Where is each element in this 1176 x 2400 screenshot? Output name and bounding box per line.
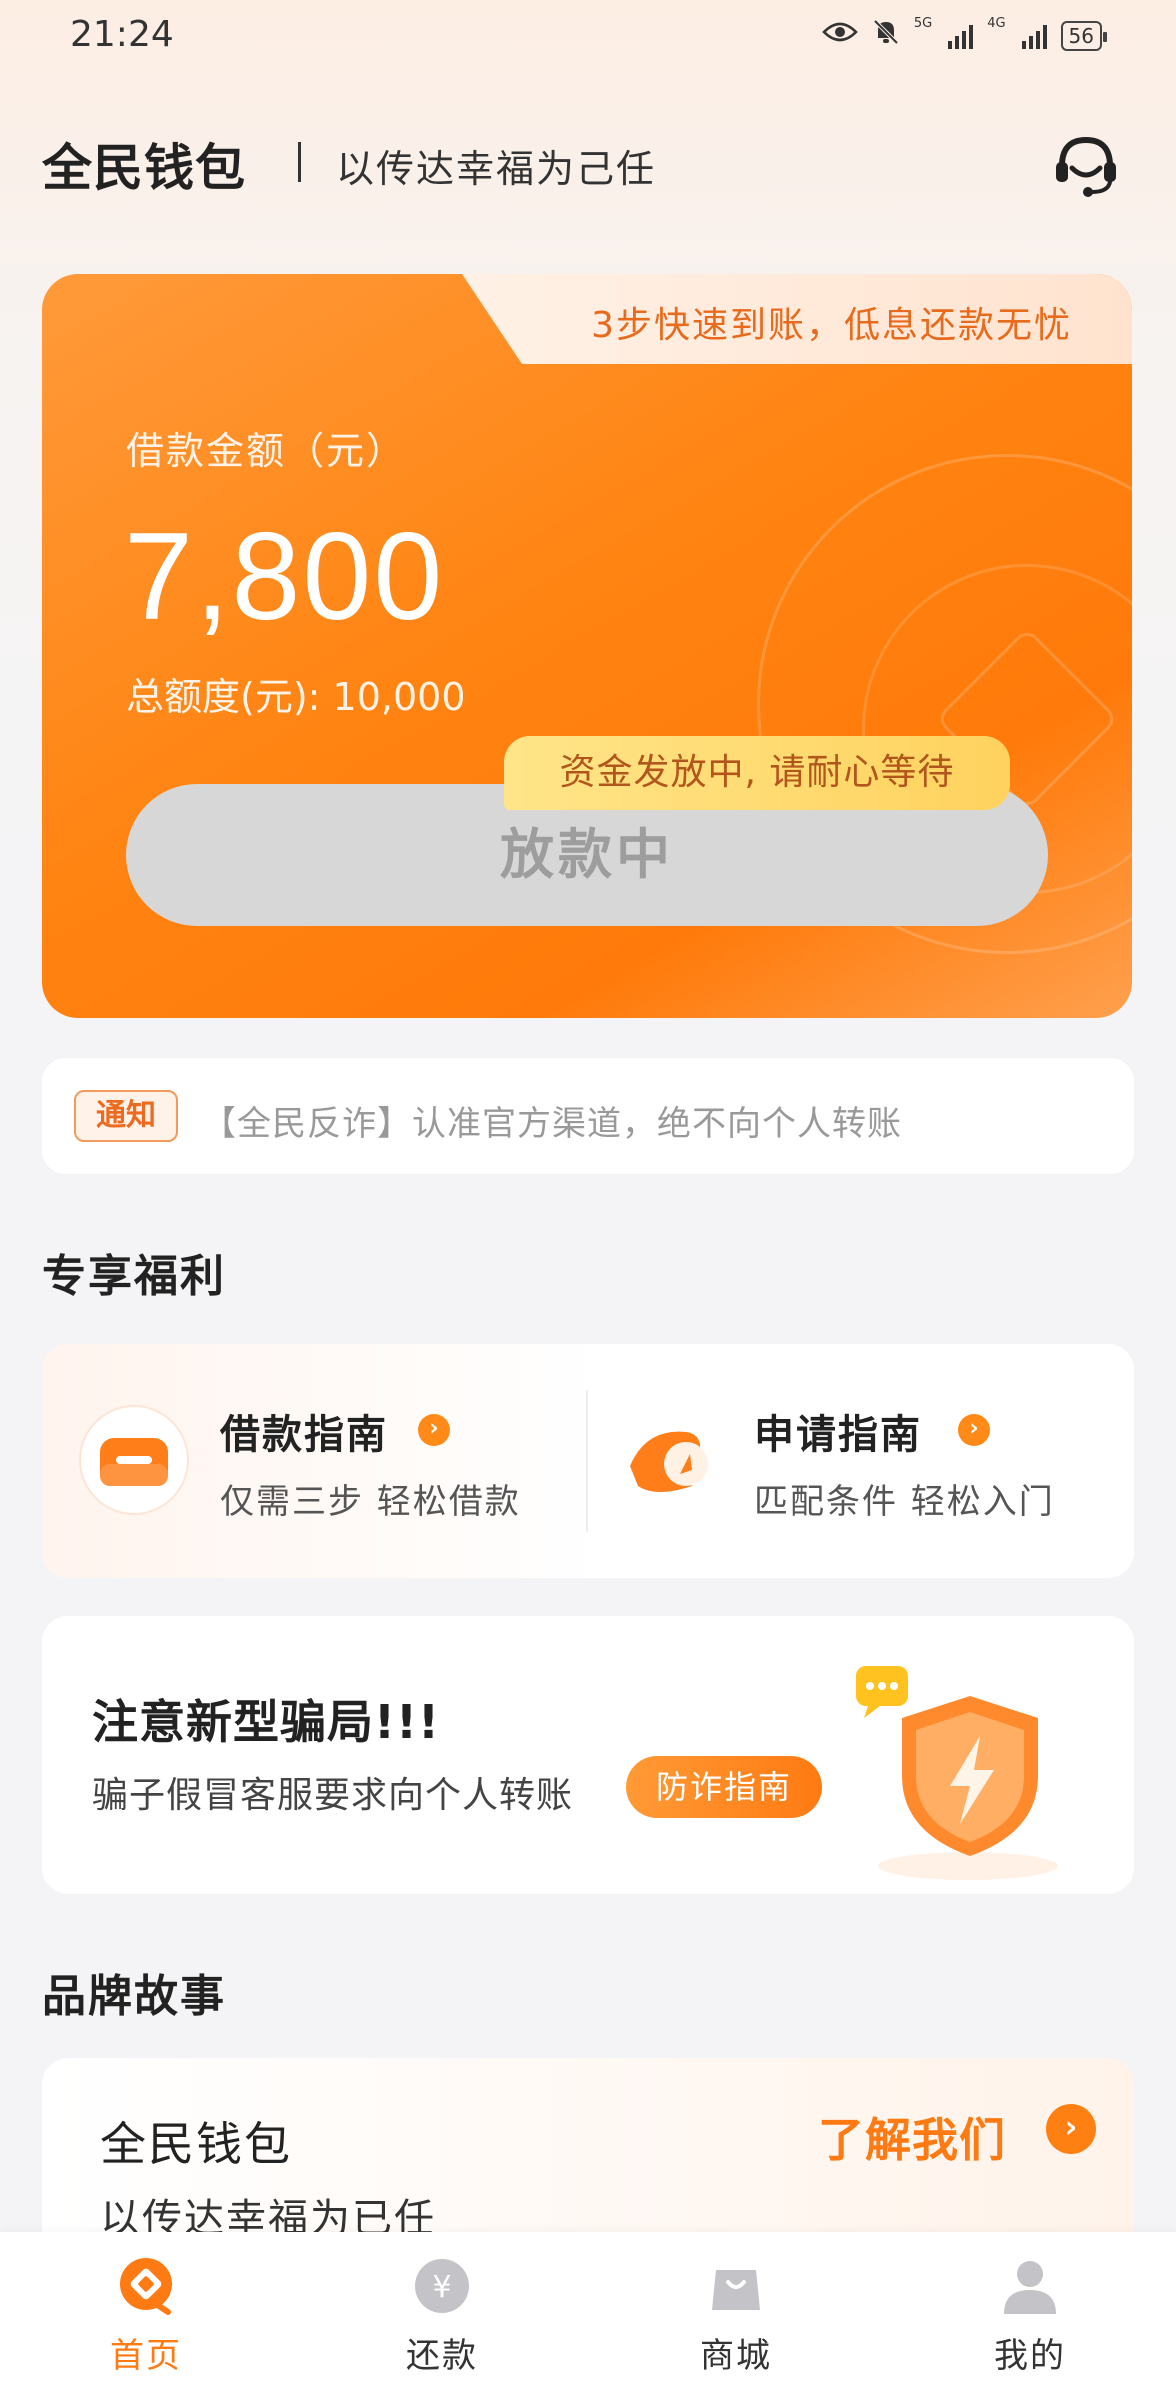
notice-text: 【全民反诈】认准官方渠道，绝不向个人转账 xyxy=(202,1104,902,1144)
repay-icon: ¥ xyxy=(412,2256,472,2316)
loan-card: 3步快速到账，低息还款无忧 借款金额（元） 7,800 总额度(元): 10,0… xyxy=(42,274,1132,1018)
benefit-divider xyxy=(586,1390,588,1532)
tab-repay-label: 还款 xyxy=(406,2336,478,2376)
chevron-right-icon: › xyxy=(958,1414,990,1446)
apply-guide-icon xyxy=(616,1404,728,1516)
disbursing-tip: 资金发放中, 请耐心等待 xyxy=(504,736,1010,810)
mute-bell-icon xyxy=(872,18,900,53)
battery-icon: 56 xyxy=(1060,20,1108,51)
fraud-warning-subtitle: 骗子假冒客服要求向个人转账 xyxy=(92,1775,574,1816)
chevron-right-icon: › xyxy=(418,1414,450,1446)
tab-shop-label: 商城 xyxy=(700,2336,772,2376)
shield-lightning-icon xyxy=(842,1656,1102,1886)
fraud-warning-card: 注意新型骗局!!! 骗子假冒客服要求向个人转账 防诈指南 xyxy=(42,1616,1134,1894)
tab-home-label: 首页 xyxy=(110,2336,182,2376)
brand-logo: 全民钱包 xyxy=(42,139,246,197)
brand-slogan: 以传达幸福为己任 xyxy=(336,147,657,191)
loan-amount: 7,800 xyxy=(124,508,445,646)
loan-guide-item[interactable]: 借款指南 › 仅需三步 轻松借款 xyxy=(42,1344,582,1578)
tab-shop[interactable]: 商城 xyxy=(646,2256,826,2386)
chevron-right-icon[interactable]: › xyxy=(1046,2104,1096,2154)
loan-guide-icon xyxy=(78,1404,190,1516)
profile-icon xyxy=(1000,2256,1060,2316)
network-label-2: 4G xyxy=(987,16,1006,31)
notice-tag: 通知 xyxy=(74,1090,178,1142)
tab-profile-label: 我的 xyxy=(994,2336,1066,2376)
loan-guide-subtitle: 仅需三步 轻松借款 xyxy=(220,1482,521,1522)
signal-icon-2 xyxy=(1021,23,1047,49)
status-icons: 5G 4G 56 xyxy=(821,16,1108,53)
brand-story-title: 全民钱包 xyxy=(100,2117,292,2171)
notice-bar[interactable]: 通知 【全民反诈】认准官方渠道，绝不向个人转账 xyxy=(42,1058,1134,1174)
network-label-1: 5G xyxy=(913,16,933,31)
tab-profile[interactable]: 我的 xyxy=(940,2256,1120,2386)
brand-divider xyxy=(298,142,301,182)
total-credit-label: 总额度(元): 10,000 xyxy=(126,675,466,719)
brand-section-title: 品牌故事 xyxy=(42,1971,226,2022)
eye-icon xyxy=(821,20,858,51)
card-tab-text: 3步快速到账，低息还款无忧 xyxy=(591,305,1072,346)
loan-amount-label: 借款金额（元） xyxy=(126,429,407,473)
status-time: 21:24 xyxy=(70,14,174,55)
benefits-section-title: 专享福利 xyxy=(42,1251,226,1302)
apply-guide-subtitle: 匹配条件 轻松入门 xyxy=(754,1482,1055,1522)
status-bar: 21:24 5G 4G 56 xyxy=(0,0,1176,72)
svg-text:¥: ¥ xyxy=(432,2270,451,2305)
home-icon xyxy=(116,2256,176,2316)
anti-fraud-guide-button[interactable]: 防诈指南 xyxy=(626,1756,823,1818)
about-us-link[interactable]: 了解我们 xyxy=(818,2104,1006,2170)
apply-guide-item[interactable]: 申请指南 › 匹配条件 轻松入门 xyxy=(592,1344,1132,1578)
tab-repay[interactable]: ¥ 还款 xyxy=(352,2256,532,2386)
fraud-warning-title: 注意新型骗局!!! xyxy=(92,1695,440,1749)
shop-icon xyxy=(706,2256,766,2316)
apply-guide-title: 申请指南 xyxy=(754,1412,922,1458)
benefits-card: 借款指南 › 仅需三步 轻松借款 申请指南 › 匹配条件 轻松入门 xyxy=(42,1344,1134,1578)
tab-home[interactable]: 首页 xyxy=(56,2256,236,2386)
bottom-tab-bar: 首页 ¥ 还款 商城 我的 xyxy=(0,2232,1176,2400)
signal-icon-1 xyxy=(948,23,974,49)
loan-guide-title: 借款指南 xyxy=(220,1412,388,1458)
headset-icon[interactable] xyxy=(1050,128,1122,200)
